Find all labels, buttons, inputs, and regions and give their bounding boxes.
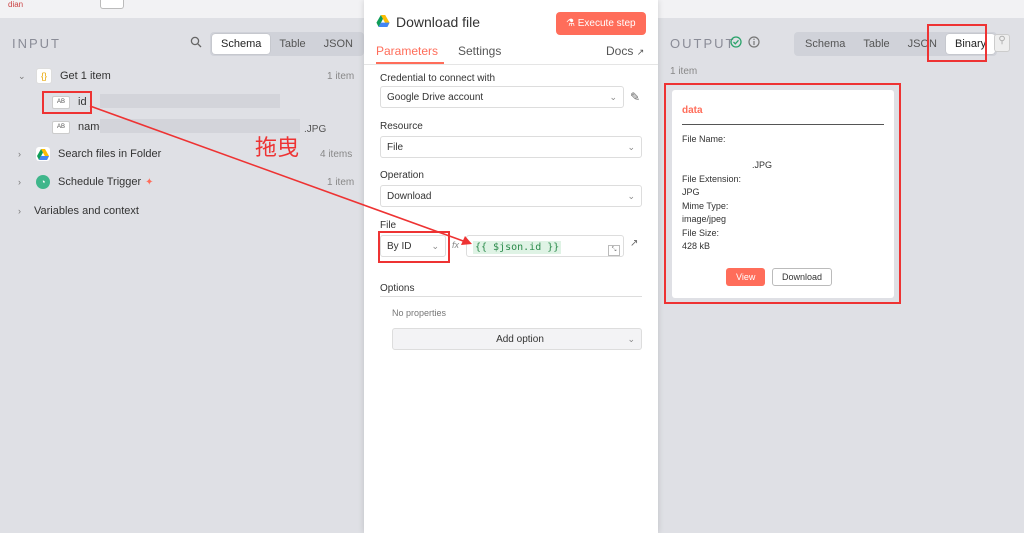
annotation-arrow: [89, 105, 472, 245]
